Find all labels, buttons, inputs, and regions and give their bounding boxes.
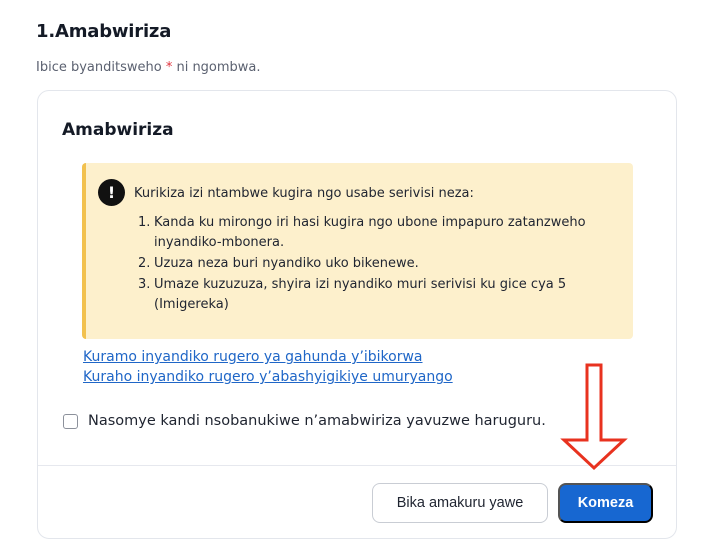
step-number: 3. (138, 277, 151, 292)
step-text: Uzuza neza buri nyandiko uko bikenewe. (154, 256, 419, 271)
red-arrow-down-icon (560, 363, 628, 471)
section-title: 1.Amabwiriza (36, 21, 172, 42)
step-text: Umaze kuzuzuza, shyira izi nyandiko muri… (154, 277, 567, 312)
card-title: Amabwiriza (62, 120, 174, 140)
required-note: Ibice byanditsweho * ni ngombwa. (36, 60, 261, 75)
save-draft-button[interactable]: Bika amakuru yawe (372, 483, 548, 523)
required-note-suffix: ni ngombwa. (172, 60, 261, 75)
step-number: 1. (138, 215, 151, 230)
agree-label: Nasomye kandi nsobanukiwe n’amabwiriza y… (88, 413, 546, 429)
step-item: 1. Kanda ku mirongo iri hasi kugira ngo u… (138, 213, 608, 253)
action-plan-template-link[interactable]: Kuramo inyandiko rugero ya gahunda y’ibi… (83, 347, 453, 367)
step-item: 2. Uzuza neza buri nyandiko uko bikenewe. (138, 254, 608, 274)
template-links: Kuramo inyandiko rugero ya gahunda y’ibi… (83, 347, 453, 387)
step-number: 2. (138, 256, 151, 271)
required-note-prefix: Ibice byanditsweho (36, 60, 166, 75)
instructions-alert: ! Kurikiza izi ntambwe kugira ngo usabe … (82, 163, 633, 339)
agree-checkbox-row[interactable]: Nasomye kandi nsobanukiwe n’amabwiriza y… (63, 413, 546, 429)
exclamation-icon: ! (98, 179, 125, 206)
step-item: 3. Umaze kuzuzuza, shyira izi nyandiko mu… (138, 275, 608, 315)
continue-button[interactable]: Komeza (558, 483, 653, 523)
supporters-template-link[interactable]: Kuraho inyandiko rugero y’abashyigikiye … (83, 367, 453, 387)
alert-intro: Kurikiza izi ntambwe kugira ngo usabe se… (134, 186, 474, 201)
step-text: Kanda ku mirongo iri hasi kugira ngo ubo… (154, 215, 586, 250)
agree-checkbox[interactable] (63, 413, 78, 429)
steps-list: 1. Kanda ku mirongo iri hasi kugira ngo u… (138, 213, 608, 316)
